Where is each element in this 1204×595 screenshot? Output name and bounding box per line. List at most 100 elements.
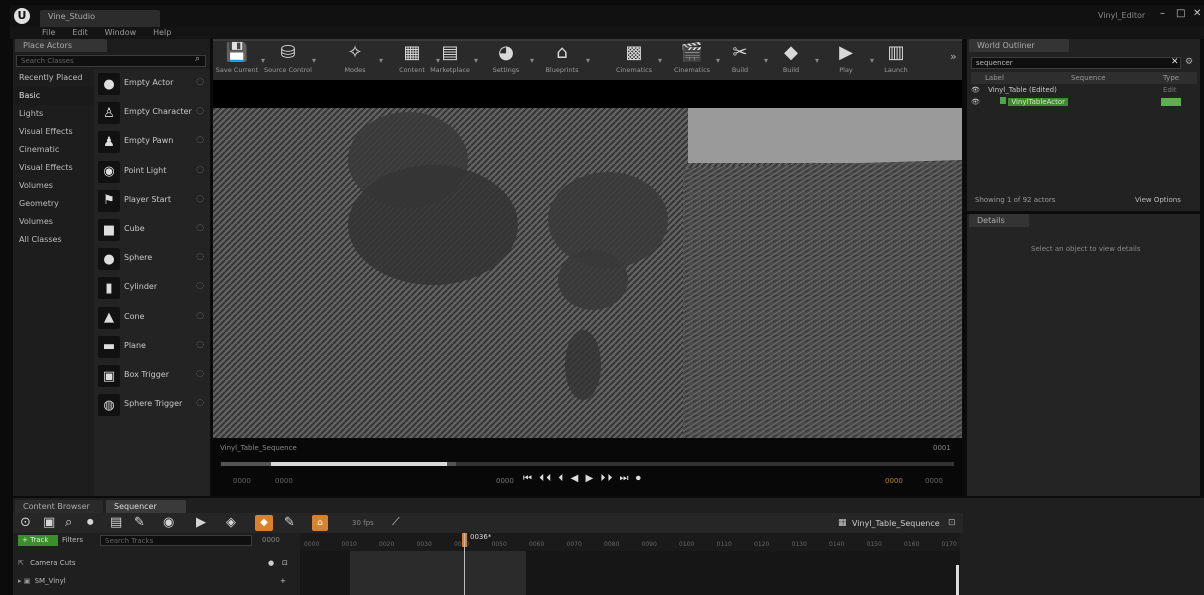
table-row[interactable]: 👁 VinylTableActor xyxy=(971,97,1197,108)
render-movie-icon[interactable]: ▤ xyxy=(110,515,122,530)
details-tab[interactable]: Details xyxy=(969,214,1029,227)
actor-item-point-light[interactable]: ◉ Point Light ◌ xyxy=(96,158,208,186)
toolbar-button-cinematics[interactable]: ▩ Cinematics xyxy=(610,40,658,78)
category-all-classes[interactable]: All Classes xyxy=(13,231,93,249)
add-track-plus-icon[interactable]: + xyxy=(280,577,286,585)
actor-item-cube[interactable]: ■ Cube ◌ xyxy=(96,216,208,244)
place-actors-tab[interactable]: Place Actors xyxy=(15,39,107,52)
category-visual-effects-2[interactable]: Visual Effects xyxy=(13,159,93,177)
toolbar-dropdown-icon[interactable]: ▾ xyxy=(815,56,819,65)
timeline-ruler[interactable] xyxy=(300,533,960,551)
curve-icon[interactable]: ◈ xyxy=(226,515,236,530)
info-icon[interactable]: ◌ xyxy=(196,165,204,175)
viewport[interactable]: Vinyl_Table_Sequence 0001 0000 0000 0000… xyxy=(213,80,962,496)
lock-icon[interactable]: ⊡ xyxy=(948,518,956,528)
toolbar-button-modes[interactable]: ✧ Modes xyxy=(331,40,379,78)
save-icon[interactable]: ▣ xyxy=(43,515,55,530)
category-volumes-2[interactable]: Volumes xyxy=(13,213,93,231)
filters-button[interactable]: Filters xyxy=(62,536,83,544)
info-icon[interactable]: ◌ xyxy=(196,194,204,204)
info-icon[interactable]: ◌ xyxy=(196,281,204,291)
step-back-button[interactable]: ⏴ xyxy=(558,473,565,484)
world-icon[interactable]: ⊙ xyxy=(20,515,31,530)
snap-button[interactable]: ⌂ xyxy=(312,515,328,531)
vertical-scrollbar[interactable] xyxy=(956,565,959,595)
column-type[interactable]: Type xyxy=(1163,74,1179,82)
category-lights[interactable]: Lights xyxy=(13,105,93,123)
actor-item-player-start[interactable]: ⚑ Player Start ◌ xyxy=(96,187,208,215)
info-icon[interactable]: ◌ xyxy=(196,77,204,87)
column-label[interactable]: Label xyxy=(985,74,1004,82)
toolbar-dropdown-icon[interactable]: ▾ xyxy=(586,56,590,65)
actor-item-plane[interactable]: ▬ Plane ◌ xyxy=(96,333,208,361)
go-to-start-button[interactable]: ⏮ xyxy=(523,473,534,484)
toolbar-dropdown-icon[interactable]: ▾ xyxy=(530,56,534,65)
brush-icon[interactable]: ✎ xyxy=(284,515,295,530)
category-visual-effects[interactable]: Visual Effects xyxy=(13,123,93,141)
toolbar-expand-icon[interactable]: » xyxy=(950,50,957,63)
track-row[interactable]: ▸ ▣ SM_Vinyl + xyxy=(18,577,298,591)
search-classes-input[interactable]: Search Classes xyxy=(16,55,206,67)
outliner-search-input[interactable]: sequencer xyxy=(971,57,1181,69)
toolbar-button-build-cube[interactable]: ◆ Build xyxy=(767,40,815,78)
menu-help[interactable]: Help xyxy=(153,27,171,39)
close-button[interactable]: ✕ xyxy=(1193,8,1201,19)
add-track-button[interactable]: + Track xyxy=(18,535,58,546)
settings-icon[interactable]: ⚙ xyxy=(1185,57,1193,67)
toolbar-dropdown-icon[interactable]: ▾ xyxy=(474,56,478,65)
maximize-button[interactable]: □ xyxy=(1176,8,1185,19)
actor-item-cylinder[interactable]: ▮ Cylinder ◌ xyxy=(96,274,208,302)
actor-item-box-trigger[interactable]: ▣ Box Trigger ◌ xyxy=(96,362,208,390)
add-camera-icon[interactable]: ● xyxy=(268,559,274,567)
playhead-line[interactable] xyxy=(464,533,465,595)
info-icon[interactable]: ◌ xyxy=(196,106,204,116)
toolbar-button-save[interactable]: 💾 Save Current xyxy=(213,40,261,78)
key-icon[interactable]: ✎ xyxy=(134,515,145,530)
lock-track-icon[interactable]: ⊡ xyxy=(282,559,288,567)
info-icon[interactable]: ◌ xyxy=(196,311,204,321)
content-browser-tab[interactable]: Content Browser xyxy=(15,500,103,513)
playback-icon[interactable]: ▶ xyxy=(196,515,206,530)
menu-edit[interactable]: Edit xyxy=(72,27,88,39)
scrub-track[interactable] xyxy=(221,462,954,466)
actor-item-sphere-trigger[interactable]: ◍ Sphere Trigger ◌ xyxy=(96,391,208,419)
eye-icon[interactable]: ◉ xyxy=(163,515,174,530)
toolbar-button-source-control[interactable]: ⛁ Source Control xyxy=(264,40,312,78)
world-outliner-tab[interactable]: World Outliner xyxy=(969,39,1069,52)
column-sequence[interactable]: Sequence xyxy=(1071,74,1106,82)
info-icon[interactable]: ◌ xyxy=(196,340,204,350)
go-to-end-button[interactable]: ⏭ xyxy=(620,473,631,484)
toolbar-dropdown-icon[interactable]: ▾ xyxy=(379,56,383,65)
camera-icon[interactable]: ⏺ xyxy=(87,515,94,530)
toolbar-dropdown-icon[interactable]: ▾ xyxy=(658,56,662,65)
toolbar-button-marketplace[interactable]: ▤ Marketplace xyxy=(426,40,474,78)
menu-window[interactable]: Window xyxy=(105,27,137,39)
category-geometry[interactable]: Geometry xyxy=(13,195,93,213)
actor-item-cone[interactable]: ▲ Cone ◌ xyxy=(96,304,208,332)
sequencer-tab[interactable]: Sequencer xyxy=(106,500,186,513)
rewind-button[interactable]: ⏴⏴ xyxy=(539,473,553,484)
fps-dropdown[interactable]: 30 fps xyxy=(352,519,374,527)
info-icon[interactable]: ◌ xyxy=(196,223,204,233)
actor-item-sphere[interactable]: ● Sphere ◌ xyxy=(96,245,208,273)
sequence-breadcrumb[interactable]: Vinyl_Table_Sequence xyxy=(852,519,940,528)
curve-editor-icon[interactable]: ⟋ xyxy=(392,515,400,529)
toolbar-button-play[interactable]: ▶ Play xyxy=(822,40,870,78)
unreal-logo-icon[interactable]: U xyxy=(14,8,30,24)
visibility-eye-icon[interactable]: 👁 xyxy=(971,86,980,94)
record-button[interactable]: ⏺ xyxy=(636,473,643,484)
category-basic[interactable]: Basic xyxy=(13,87,93,105)
info-icon[interactable]: ◌ xyxy=(196,135,204,145)
fast-forward-button[interactable]: ⏵⏵ xyxy=(600,473,614,484)
actor-item-empty-character[interactable]: ♙ Empty Character ◌ xyxy=(96,99,208,127)
view-options-button[interactable]: View Options xyxy=(1135,196,1181,204)
table-row[interactable]: 👁 Vinyl_Table (Edited) Edit xyxy=(971,86,1197,97)
auto-key-button[interactable]: ◆ xyxy=(255,515,273,531)
play-reverse-button[interactable]: ◀ xyxy=(571,473,581,484)
info-icon[interactable]: ◌ xyxy=(196,398,204,408)
toolbar-button-blueprints[interactable]: ⌂ Blueprints xyxy=(538,40,586,78)
visibility-eye-icon[interactable]: 👁 xyxy=(971,98,980,106)
menu-file[interactable]: File xyxy=(42,27,55,39)
category-cinematic[interactable]: Cinematic xyxy=(13,141,93,159)
toolbar-button-settings[interactable]: ◕ Settings xyxy=(482,40,530,78)
